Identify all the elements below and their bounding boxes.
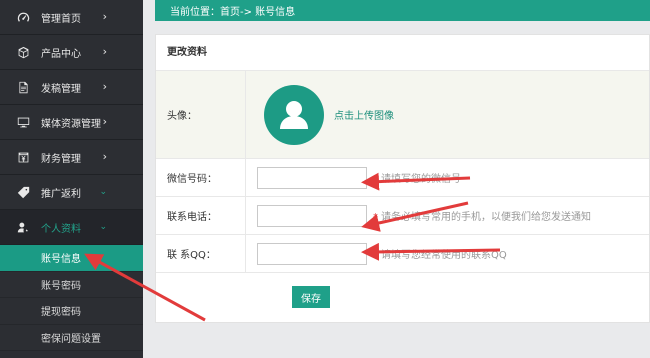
dashboard-icon bbox=[16, 10, 30, 24]
sidebar-item-label: 发稿管理 bbox=[41, 83, 81, 95]
document-icon bbox=[16, 80, 30, 94]
sidebar-subitem-account-password[interactable]: 账号密码 bbox=[0, 271, 143, 298]
sidebar-item-finance[interactable]: 财务管理 › bbox=[0, 140, 143, 175]
sidebar-item-label: 推广返利 bbox=[41, 188, 81, 200]
avatar-label: 头像： bbox=[156, 71, 246, 158]
chevron-right-icon: › bbox=[102, 10, 107, 23]
sidebar-item-promotion[interactable]: 推广返利 ⌄ bbox=[0, 175, 143, 210]
qq-input[interactable] bbox=[257, 242, 367, 265]
avatar[interactable] bbox=[264, 84, 324, 145]
sidebar: 管理首页 › 产品中心 › 发稿管理 › 媒体资源管理 › 财务管理 › 推广返… bbox=[0, 0, 143, 358]
cube-icon bbox=[16, 45, 30, 59]
breadcrumb-text: 当前位置：首页-> 账号信息 bbox=[170, 7, 296, 18]
sidebar-item-label: 媒体资源管理 bbox=[41, 118, 101, 130]
upload-avatar-link[interactable]: 点击上传图像 bbox=[334, 107, 394, 122]
chevron-down-icon: ⌄ bbox=[99, 222, 107, 232]
qq-row: 联 系QQ： * 请填写您经常使用的联系QQ bbox=[156, 235, 649, 273]
sidebar-item-label: 个人资料 bbox=[41, 223, 81, 235]
profile-panel: 更改资料 头像： 点击上传图像 微信号码： * 请填写您的微信号 联系电话： * 请… bbox=[155, 34, 650, 323]
qq-label: 联 系QQ： bbox=[156, 235, 246, 272]
phone-row: 联系电话： * 请务必填写常用的手机，以便我们给您发送通知 bbox=[156, 197, 649, 235]
sidebar-item-media[interactable]: 媒体资源管理 › bbox=[0, 105, 143, 140]
sidebar-item-publishing[interactable]: 发稿管理 › bbox=[0, 70, 143, 105]
chevron-right-icon: › bbox=[102, 115, 107, 128]
sidebar-item-dashboard[interactable]: 管理首页 › bbox=[0, 0, 143, 35]
chevron-right-icon: › bbox=[102, 45, 107, 58]
phone-hint: * 请务必填写常用的手机，以便我们给您发送通知 bbox=[373, 212, 591, 223]
wechat-input[interactable] bbox=[257, 166, 367, 189]
phone-label: 联系电话： bbox=[156, 197, 246, 234]
sidebar-item-products[interactable]: 产品中心 › bbox=[0, 35, 143, 70]
sidebar-subitem-withdraw-password[interactable]: 提现密码 bbox=[0, 298, 143, 325]
sidebar-item-label: 财务管理 bbox=[41, 153, 81, 165]
user-icon bbox=[280, 100, 308, 129]
sidebar-item-label: 管理首页 bbox=[41, 13, 81, 25]
save-button[interactable]: 保存 bbox=[292, 286, 330, 308]
chevron-right-icon: › bbox=[102, 150, 107, 163]
avatar-row: 头像： 点击上传图像 bbox=[156, 71, 649, 159]
chevron-right-icon: › bbox=[102, 80, 107, 93]
phone-input[interactable] bbox=[257, 204, 367, 227]
sidebar-item-label: 产品中心 bbox=[41, 48, 81, 60]
monitor-icon bbox=[16, 115, 30, 129]
panel-title: 更改资料 bbox=[156, 35, 649, 71]
finance-icon bbox=[16, 150, 30, 164]
breadcrumb: 当前位置：首页-> 账号信息 bbox=[155, 0, 650, 21]
wechat-hint: * 请填写您的微信号 bbox=[373, 174, 461, 185]
chevron-down-icon: ⌄ bbox=[99, 187, 107, 197]
wechat-row: 微信号码： * 请填写您的微信号 bbox=[156, 159, 649, 197]
tag-icon bbox=[16, 185, 30, 199]
sidebar-subitem-account-info[interactable]: 账号信息 bbox=[0, 245, 143, 272]
qq-hint: * 请填写您经常使用的联系QQ bbox=[373, 250, 507, 261]
sidebar-item-profile[interactable]: 个人资料 ⌄ bbox=[0, 210, 143, 245]
wechat-label: 微信号码： bbox=[156, 159, 246, 196]
user-settings-icon bbox=[16, 220, 30, 234]
sidebar-subitem-security-question[interactable]: 密保问题设置 bbox=[0, 324, 143, 351]
